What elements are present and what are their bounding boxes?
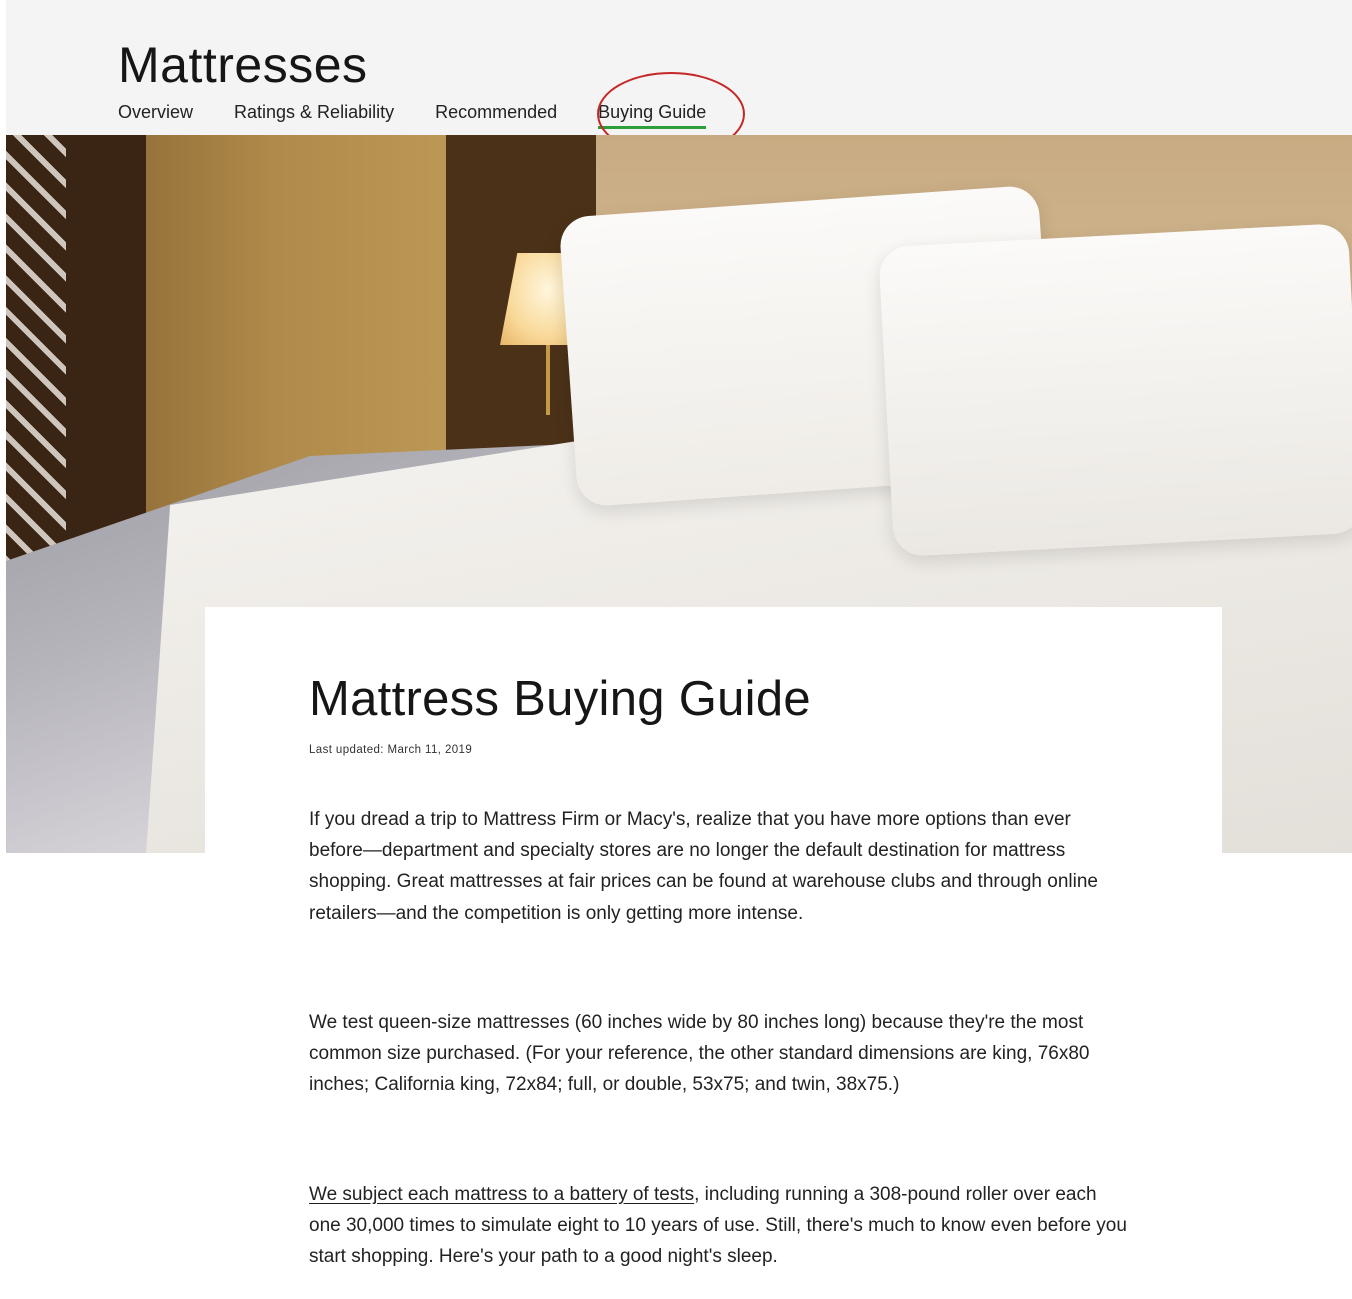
hero-pillow-right xyxy=(878,222,1352,558)
tab-buying-guide[interactable]: Buying Guide xyxy=(598,102,707,131)
section-nav: Overview Ratings & Reliability Recommend… xyxy=(118,102,707,135)
page-header: Mattresses Overview Ratings & Reliabilit… xyxy=(6,0,1352,135)
hero-lamp-stem xyxy=(546,345,550,415)
article-title: Mattress Buying Guide xyxy=(309,672,811,726)
hero-lattice-screen xyxy=(6,135,66,595)
page-title: Mattresses xyxy=(118,37,368,93)
last-updated-date: Last updated: March 11, 2019 xyxy=(309,744,473,756)
page: Mattresses Overview Ratings & Reliabilit… xyxy=(0,0,1352,1299)
battery-of-tests-link[interactable]: We subject each mattress to a battery of… xyxy=(309,1184,694,1205)
tab-recommended[interactable]: Recommended xyxy=(435,102,557,131)
article-paragraph-1: If you dread a trip to Mattress Firm or … xyxy=(309,809,1098,924)
article: Mattress Buying Guide Last updated: Marc… xyxy=(309,668,1129,1267)
tab-ratings-reliability[interactable]: Ratings & Reliability xyxy=(234,102,394,131)
tab-overview[interactable]: Overview xyxy=(118,102,193,131)
article-paragraph-3: We subject each mattress to a battery of… xyxy=(309,1179,1129,1273)
article-paragraph-2: We test queen-size mattresses (60 inches… xyxy=(309,1012,1090,1096)
